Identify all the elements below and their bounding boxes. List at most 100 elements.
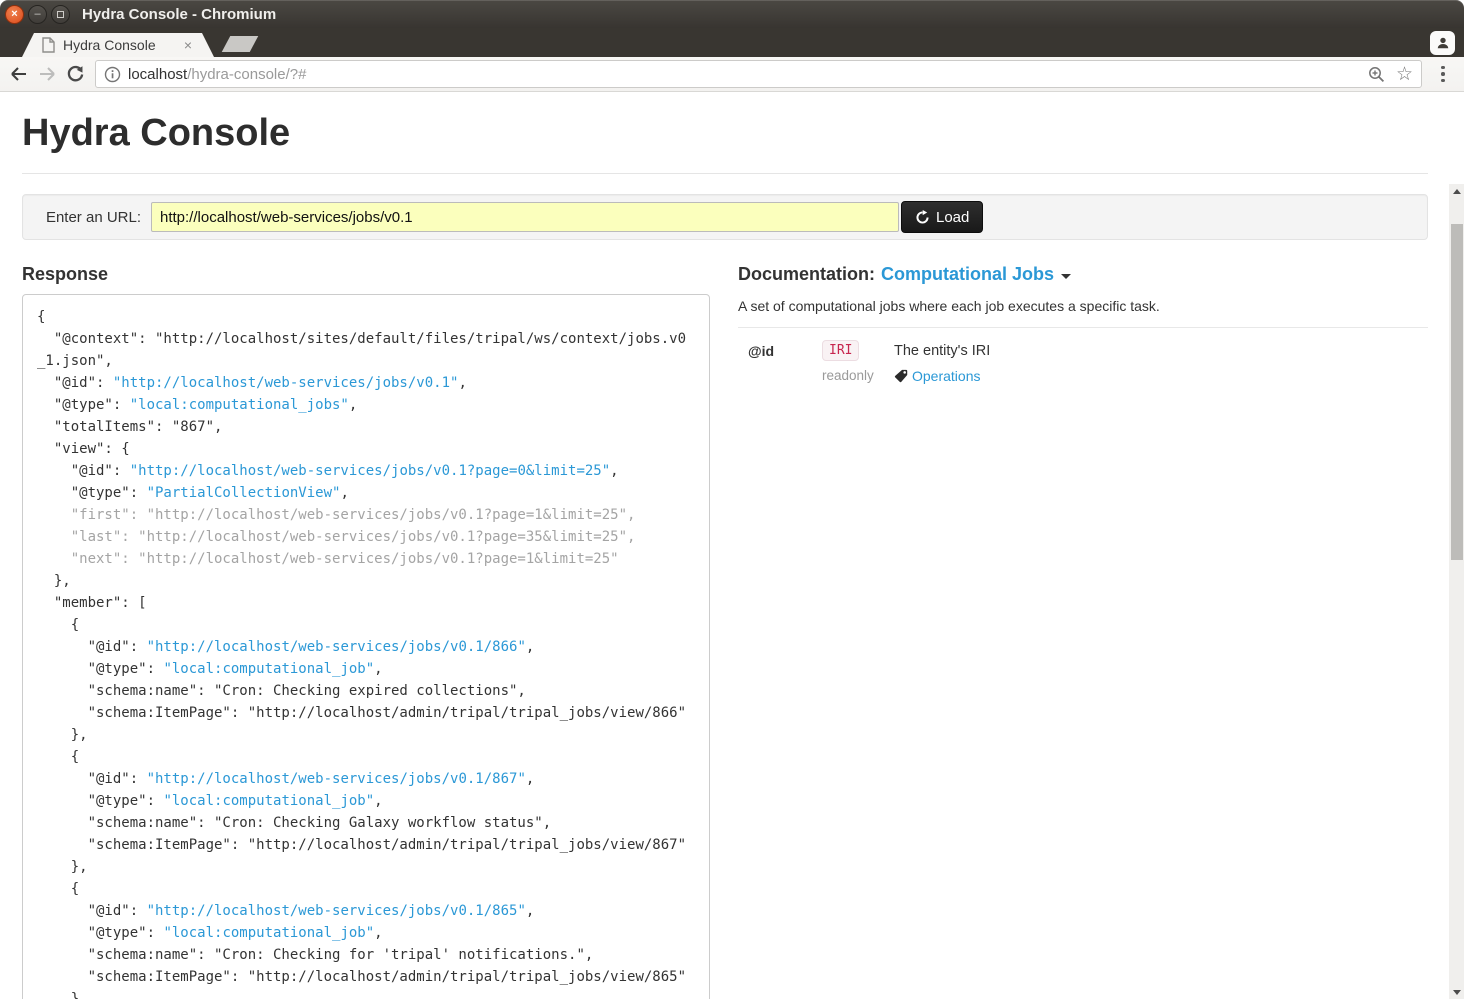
json-link[interactable]: "local:computational_job"	[163, 661, 374, 677]
json-text: ,	[526, 903, 534, 919]
property-row: @id IRI The entity's IRI readonly Operat…	[738, 340, 1428, 384]
browser-tab[interactable]: Hydra Console ×	[22, 33, 214, 57]
page-scrollbar[interactable]	[1449, 184, 1464, 999]
json-link[interactable]: "local:computational_job"	[163, 925, 374, 941]
json-text: "schema:ItemPage": "http://localhost/adm…	[37, 837, 686, 853]
class-dropdown-link[interactable]: Computational Jobs	[881, 264, 1054, 285]
browser-menu-button[interactable]	[1430, 61, 1456, 87]
property-type-badge: IRI	[822, 340, 859, 361]
reload-icon	[66, 65, 85, 84]
profile-button[interactable]	[1430, 31, 1455, 55]
bookmark-star-icon[interactable]: ☆	[1396, 65, 1413, 84]
json-text: ,	[349, 397, 357, 413]
load-button[interactable]: Load	[901, 201, 983, 233]
forward-button[interactable]	[33, 60, 61, 88]
response-panel: { "@context": "http://localhost/sites/de…	[22, 294, 710, 999]
menu-dot	[1441, 72, 1445, 76]
json-text: "@type":	[37, 485, 147, 501]
refresh-icon	[915, 210, 930, 225]
maximize-icon	[57, 11, 64, 18]
json-text: "member": [	[37, 595, 147, 611]
chevron-down-icon[interactable]	[1061, 274, 1071, 279]
json-text: "last": "http://localhost/web-services/j…	[37, 529, 635, 545]
url-input-label: Enter an URL:	[31, 209, 151, 226]
documentation-label: Documentation:	[738, 264, 875, 285]
json-text: "next": "http://localhost/web-services/j…	[37, 551, 619, 567]
json-text: "@id":	[37, 463, 130, 479]
property-description: The entity's IRI	[894, 340, 1428, 359]
back-arrow-icon	[9, 65, 29, 83]
documentation-section: Documentation: Computational Jobs A set …	[738, 264, 1428, 999]
service-url-input[interactable]	[151, 202, 899, 232]
json-link[interactable]: "local:computational_jobs"	[130, 397, 349, 413]
json-text: "schema:ItemPage": "http://localhost/adm…	[37, 969, 686, 985]
json-text: "@id":	[37, 771, 147, 787]
zoom-icon[interactable]	[1367, 65, 1386, 84]
json-text: "@type":	[37, 397, 130, 413]
scroll-down-arrow-icon[interactable]	[1449, 986, 1464, 998]
operations-link[interactable]: Operations	[894, 368, 1428, 384]
json-link[interactable]: "http://localhost/web-services/jobs/v0.1…	[147, 903, 526, 919]
json-text: "@type":	[37, 661, 163, 677]
load-button-label: Load	[936, 209, 969, 226]
operations-label: Operations	[912, 368, 980, 384]
class-description: A set of computational jobs where each j…	[738, 298, 1428, 314]
json-text: },	[37, 727, 88, 743]
window-titlebar: × – Hydra Console - Chromium	[0, 0, 1464, 28]
json-text: {	[37, 309, 45, 325]
json-text: {	[37, 617, 79, 633]
json-text: ,	[374, 661, 382, 677]
json-link[interactable]: "http://localhost/web-services/jobs/v0.1…	[130, 463, 610, 479]
json-text: "schema:ItemPage": "http://localhost/adm…	[37, 705, 686, 721]
menu-dot	[1441, 66, 1445, 70]
json-text: ,	[340, 485, 348, 501]
url-path: /hydra-console/?#	[187, 66, 306, 83]
new-tab-button[interactable]	[222, 36, 259, 52]
json-text: ,	[526, 771, 534, 787]
reload-button[interactable]	[61, 60, 89, 88]
scrollbar-thumb[interactable]	[1451, 224, 1463, 560]
json-text: ,	[374, 793, 382, 809]
json-text: "@id":	[37, 903, 147, 919]
json-link[interactable]: "local:computational_job"	[163, 793, 374, 809]
tab-close-icon[interactable]: ×	[182, 38, 194, 52]
window-close-button[interactable]: ×	[5, 5, 24, 24]
json-link[interactable]: "http://localhost/web-services/jobs/v0.1…	[147, 639, 526, 655]
url-text[interactable]: localhost/hydra-console/?#	[128, 66, 1367, 83]
json-text: ,	[374, 925, 382, 941]
forward-arrow-icon	[37, 65, 57, 83]
json-text: }	[37, 991, 79, 999]
tab-title: Hydra Console	[63, 37, 182, 53]
url-form: Enter an URL: Load	[22, 194, 1428, 240]
page-icon	[42, 37, 55, 53]
json-link[interactable]: "PartialCollectionView"	[147, 485, 341, 501]
json-text: _1.json",	[37, 353, 113, 369]
window-title: Hydra Console - Chromium	[82, 6, 276, 23]
browser-toolbar: localhost/hydra-console/?# ☆	[0, 57, 1464, 92]
scroll-up-arrow-icon[interactable]	[1449, 185, 1464, 197]
window-maximize-button[interactable]	[51, 5, 70, 24]
property-name: @id	[748, 340, 822, 359]
menu-dot	[1441, 79, 1445, 83]
json-text: "view": {	[37, 441, 130, 457]
json-text: "@type":	[37, 925, 163, 941]
json-text: },	[37, 573, 71, 589]
json-text: {	[37, 749, 79, 765]
url-host: localhost	[128, 66, 187, 83]
json-link[interactable]: "http://localhost/web-services/jobs/v0.1…	[113, 375, 459, 391]
profile-avatar-icon	[1435, 35, 1451, 51]
json-text: ,	[610, 463, 618, 479]
json-text: "schema:name": "Cron: Checking Galaxy wo…	[37, 815, 551, 831]
address-bar[interactable]: localhost/hydra-console/?# ☆	[95, 60, 1422, 88]
page-title: Hydra Console	[22, 112, 1428, 155]
divider	[22, 173, 1428, 174]
web-page: Hydra Console Enter an URL: Load Respons…	[0, 92, 1464, 999]
window-minimize-button[interactable]: –	[28, 5, 47, 24]
json-link[interactable]: "http://localhost/web-services/jobs/v0.1…	[147, 771, 526, 787]
browser-window: × – Hydra Console - Chromium Hydra Conso…	[0, 0, 1464, 999]
response-json: { "@context": "http://localhost/sites/de…	[37, 306, 695, 999]
property-modifier: readonly	[822, 368, 894, 383]
page-info-icon[interactable]	[104, 66, 121, 83]
back-button[interactable]	[5, 60, 33, 88]
json-text: "totalItems": "867",	[37, 419, 222, 435]
